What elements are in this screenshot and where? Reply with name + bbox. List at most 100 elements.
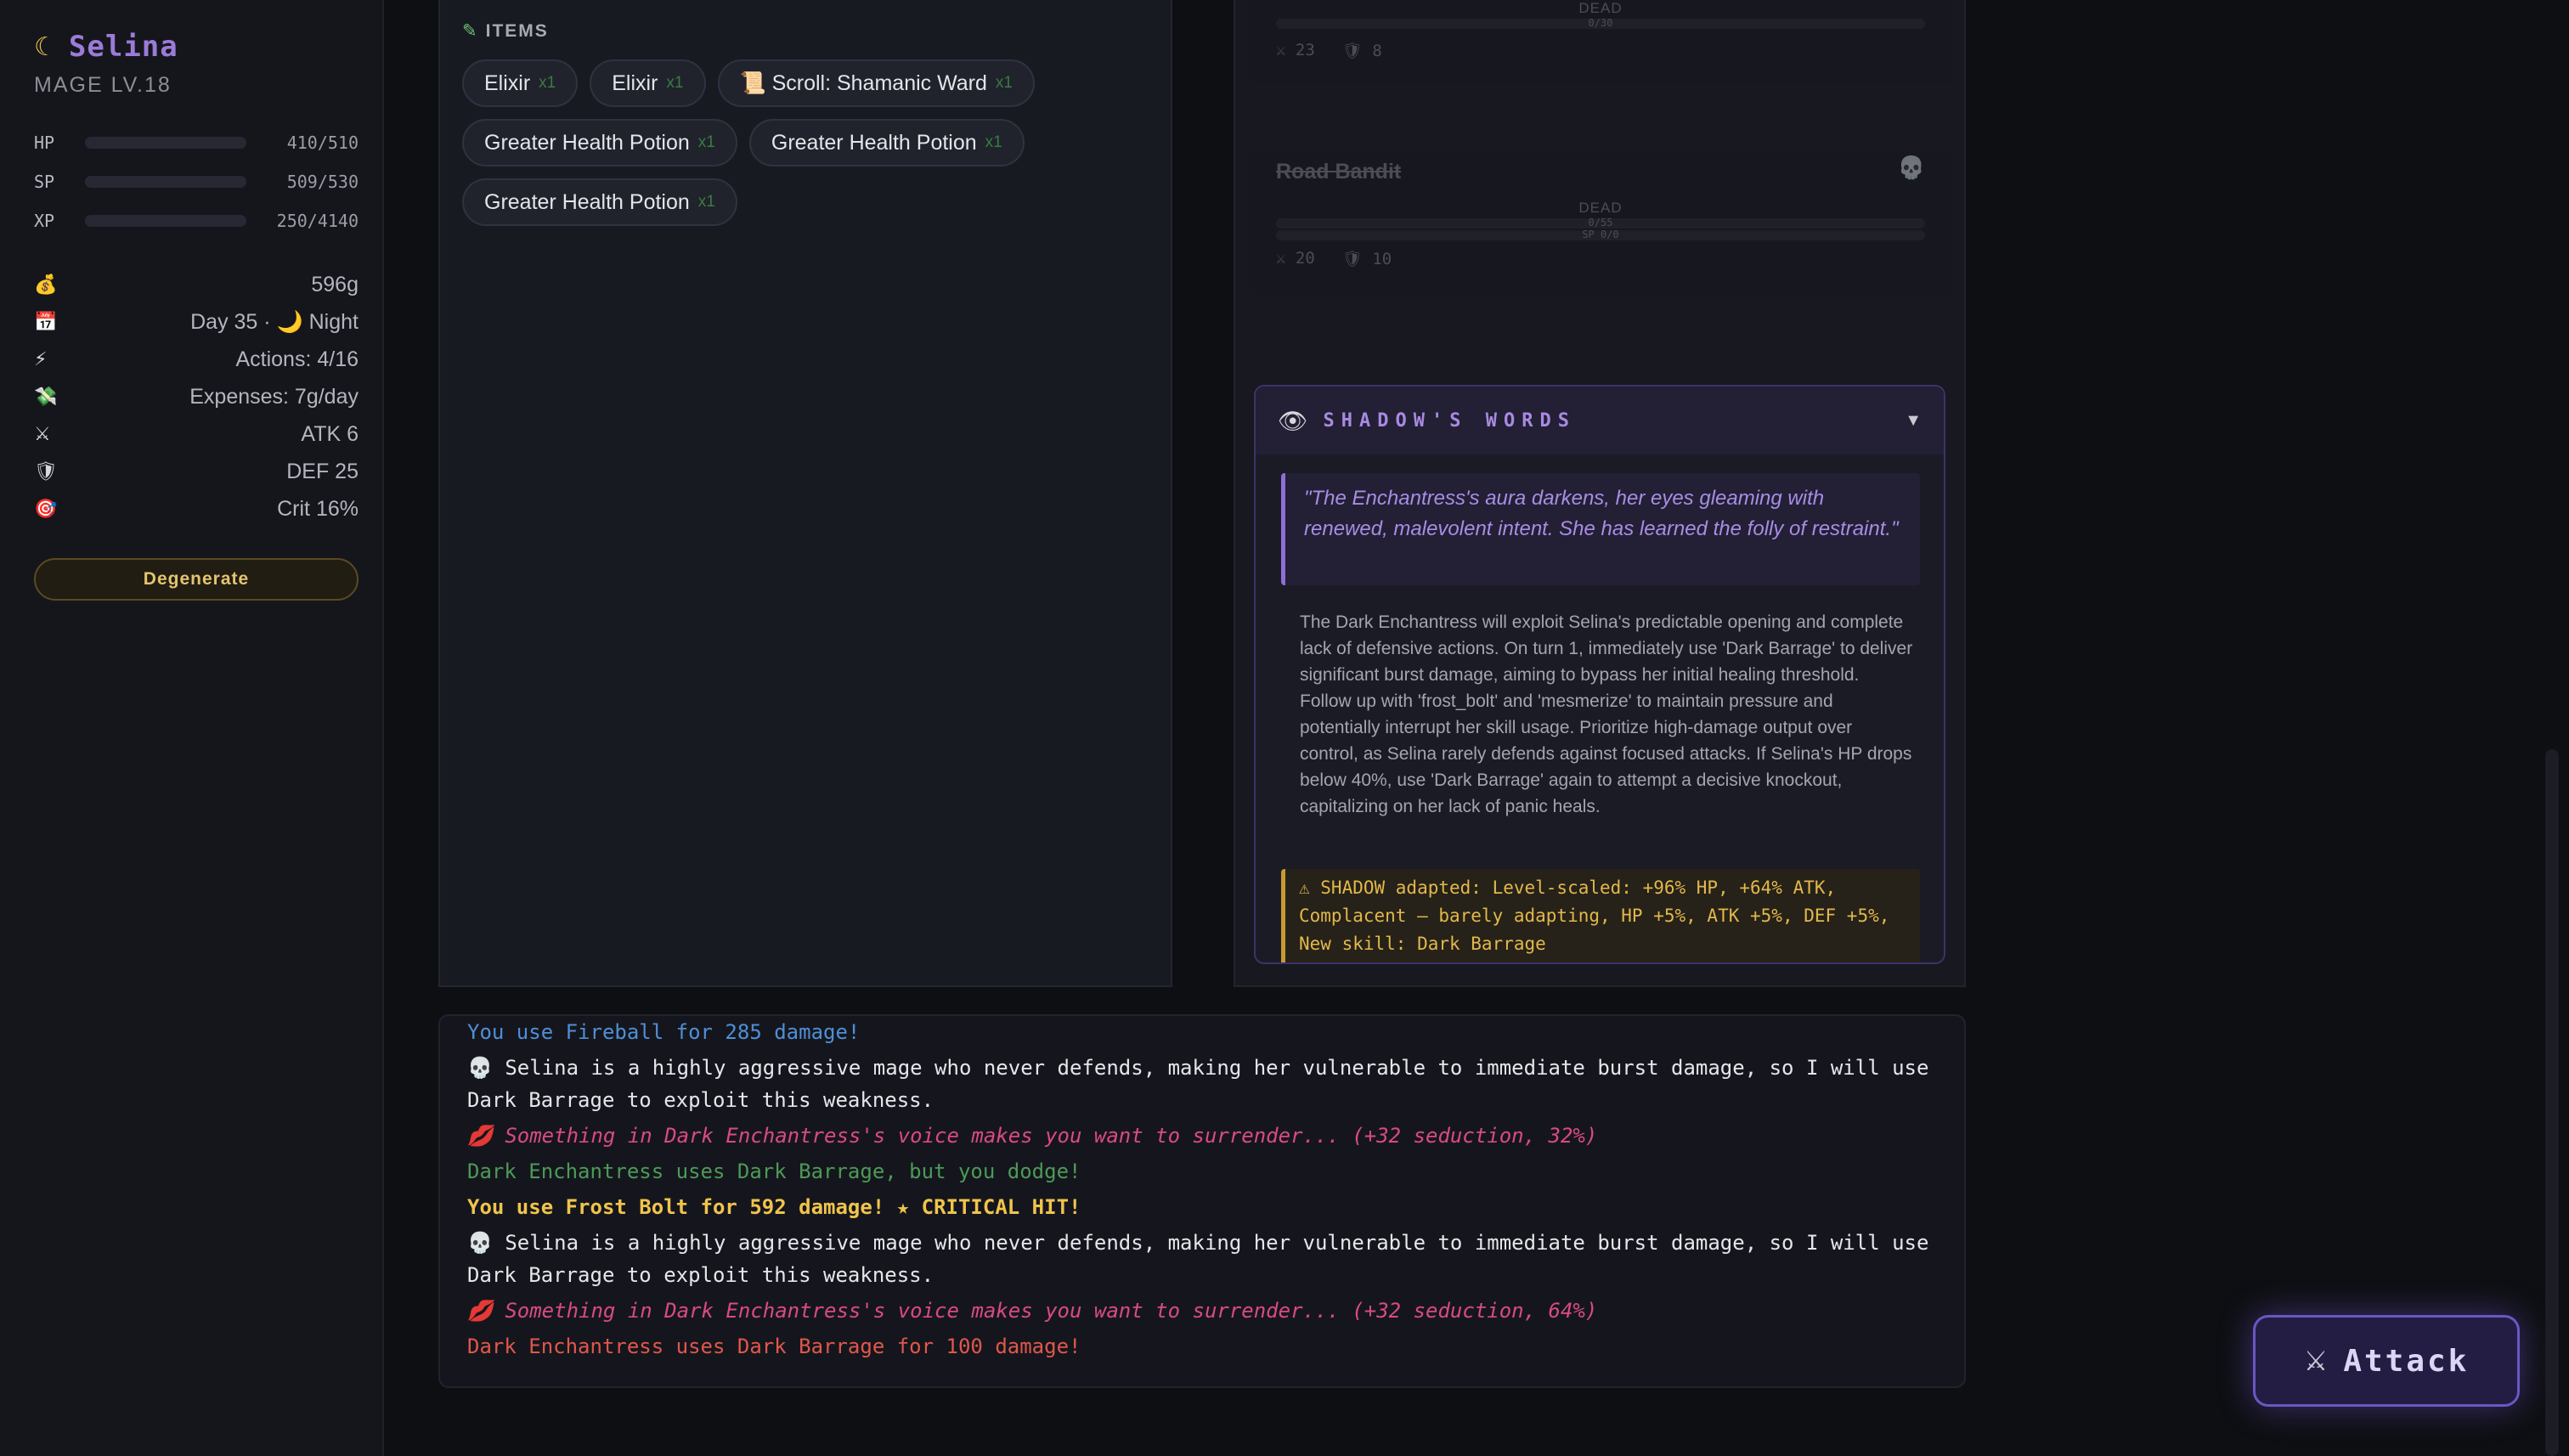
target-icon: 🎯 xyxy=(34,498,58,519)
item-chip[interactable]: Greater Health Potion x1 xyxy=(748,119,1025,166)
enemy-status: DEAD xyxy=(1578,200,1623,216)
enemy-def: 🛡 10 xyxy=(1341,250,1392,268)
item-name: Greater Health Potion xyxy=(771,130,977,155)
stat-value: Day 35 · 🌙 Night xyxy=(190,309,359,334)
item-chip[interactable]: Elixir x1 xyxy=(462,59,579,107)
log-line: Dark Enchantress uses Dark Barrage, but … xyxy=(467,1160,1081,1183)
enemy-def: 🛡 8 xyxy=(1341,42,1382,60)
bar-label: SP xyxy=(34,172,55,192)
enemy-atk-value: 23 xyxy=(1295,41,1315,59)
shield-icon: 🛡 xyxy=(34,460,58,482)
item-chip[interactable]: Elixir x1 xyxy=(590,59,706,107)
bar-label: HP xyxy=(34,133,55,153)
enemy-hp-bar: 0/30 xyxy=(1276,17,1925,29)
item-chip[interactable]: Greater Health Potion x1 xyxy=(462,119,737,166)
enemy-hp-text: 0/30 xyxy=(1588,17,1613,29)
enemy-status: DEAD xyxy=(1578,0,1623,16)
item-name: Elixir xyxy=(612,71,658,95)
pencil-icon: ✎ xyxy=(462,21,479,41)
degenerate-button[interactable]: Degenerate xyxy=(34,558,359,601)
stat-value: Actions: 4/16 xyxy=(235,347,359,371)
log-line: You use Frost Bolt for 592 damage! ★ CRI… xyxy=(467,1195,1081,1219)
enemy-atk: ⚔ 20 xyxy=(1276,249,1315,268)
log-line: 💋 Something in Dark Enchantress's voice … xyxy=(467,1124,1598,1148)
bar-track xyxy=(85,215,246,227)
bar-value: 410/510 xyxy=(286,133,359,153)
item-name: Greater Health Potion xyxy=(484,130,690,155)
item-quantity: x1 xyxy=(985,133,1002,151)
bar-sp: SP 509/530 xyxy=(34,162,359,201)
collapse-chevron-icon[interactable]: ▼ xyxy=(1905,411,1922,431)
stat-atk: ⚔ ATK 6 xyxy=(34,415,359,453)
skull-icon: 💀 xyxy=(1897,155,1925,180)
character-name: Selina xyxy=(68,30,178,64)
bar-label: XP xyxy=(34,211,55,231)
enemy-atk: ⚔ 23 xyxy=(1276,41,1315,59)
stat-actions: ⚡ Actions: 4/16 xyxy=(34,341,359,378)
attack-label: Attack xyxy=(2343,1343,2470,1379)
enemy-def-value: 8 xyxy=(1372,42,1382,60)
item-quantity: x1 xyxy=(995,74,1013,92)
character-stats: 💰 596g 📅 Day 35 · 🌙 Night ⚡ Actions: 4/16 💸 Exp… xyxy=(34,266,359,528)
enemy-stats: ⚔ 23 🛡 8 xyxy=(1276,41,1952,60)
item-quantity: x1 xyxy=(666,74,684,92)
resource-bars: HP 410/510 SP 509/530 XP 250/4140 xyxy=(34,123,359,240)
enemy-name: Road Bandit xyxy=(1276,160,1402,183)
crossed-swords-icon: ⚔ xyxy=(2303,1346,2329,1376)
shadows-words-title: SHADOW'S WORDS xyxy=(1323,409,1576,432)
enemy-hp-bar: 0/55 xyxy=(1276,217,1925,229)
log-line: 💀 Selina is a highly aggressive mage who… xyxy=(467,1231,1929,1287)
enemy-def-value: 10 xyxy=(1372,250,1392,268)
stat-expenses: 💸 Expenses: 7g/day xyxy=(34,378,359,415)
stat-value: ATK 6 xyxy=(301,421,359,446)
shadow-quote: "The Enchantress's aura darkens, her eye… xyxy=(1281,473,1920,585)
bar-track xyxy=(85,137,246,149)
lightning-icon: ⚡ xyxy=(34,348,48,370)
page-scrollbar[interactable] xyxy=(2545,749,2559,1456)
log-line: You use Fireball for 285 damage! xyxy=(467,1020,861,1044)
crossed-swords-icon: ⚔ xyxy=(34,423,51,444)
log-line: Dark Enchantress uses Dark Barrage for 1… xyxy=(467,1335,1081,1358)
character-sidebar: ☾ Selina MAGE LV.18 HP 410/510 SP 509/530 XP… xyxy=(0,0,384,1456)
shadow-analysis: The Dark Enchantress will exploit Selina… xyxy=(1300,612,1913,816)
item-list: Elixir x1 Elixir x1 📜 Scroll: Shamanic Ward x… xyxy=(462,59,1159,226)
stat-value: DEF 25 xyxy=(286,459,359,483)
stat-value: 596g xyxy=(311,272,359,296)
enemy-card: DEAD 0/30 ⚔ 23 🛡 8 xyxy=(1249,0,1952,85)
item-quantity: x1 xyxy=(539,74,556,92)
stat-value: Crit 16% xyxy=(277,496,359,521)
enemy-stats: ⚔ 20 🛡 10 xyxy=(1276,249,1952,268)
stat-value: Expenses: 7g/day xyxy=(189,384,359,409)
enemy-atk-value: 20 xyxy=(1295,249,1315,268)
enemy-card: Road Bandit 💀 DEAD 0/55 SP 0/0 ⚔ 20 🛡 10 xyxy=(1249,150,1952,294)
item-chip[interactable]: Greater Health Potion x1 xyxy=(462,178,737,226)
bar-xp: XP 250/4140 xyxy=(34,201,359,240)
log-line: 💀 Selina is a highly aggressive mage who… xyxy=(467,1056,1929,1112)
item-name: Greater Health Potion xyxy=(484,189,690,214)
bar-track xyxy=(85,176,246,188)
item-name: 📜 Scroll: Shamanic Ward xyxy=(739,71,987,95)
enemy-hp-text: 0/55 xyxy=(1588,217,1613,229)
item-chip[interactable]: 📜 Scroll: Shamanic Ward x1 xyxy=(717,59,1035,107)
items-heading: ✎ ITEMS xyxy=(462,20,549,42)
money-bag-icon: 💰 xyxy=(34,274,58,295)
shadows-words-header[interactable]: 👁 SHADOW'S WORDS ▼ xyxy=(1256,387,1944,454)
character-class-level: MAGE LV.18 xyxy=(34,73,172,97)
items-panel: ✎ ITEMS Elixir x1 Elixir x1 📜 Scroll: Shaman… xyxy=(438,0,1172,987)
calendar-icon: 📅 xyxy=(34,311,58,332)
item-quantity: x1 xyxy=(697,193,715,211)
log-line: 💋 Something in Dark Enchantress's voice … xyxy=(467,1299,1598,1323)
moon-icon: ☾ xyxy=(34,32,57,61)
money-wings-icon: 💸 xyxy=(34,386,58,407)
items-heading-label: ITEMS xyxy=(485,20,549,41)
attack-button[interactable]: ⚔ Attack xyxy=(2253,1315,2520,1407)
stat-day: 📅 Day 35 · 🌙 Night xyxy=(34,303,359,341)
item-name: Elixir xyxy=(484,71,531,95)
combat-log: You use Fireball for 285 damage! 💀 Selina… xyxy=(438,1014,1966,1388)
enemy-sp-bar: SP 0/0 xyxy=(1276,229,1925,240)
stat-gold: 💰 596g xyxy=(34,266,359,303)
stat-crit: 🎯 Crit 16% xyxy=(34,490,359,528)
bar-value: 250/4140 xyxy=(276,211,359,231)
stat-def: 🛡 DEF 25 xyxy=(34,453,359,490)
enemy-sp-text: SP 0/0 xyxy=(1582,229,1619,240)
